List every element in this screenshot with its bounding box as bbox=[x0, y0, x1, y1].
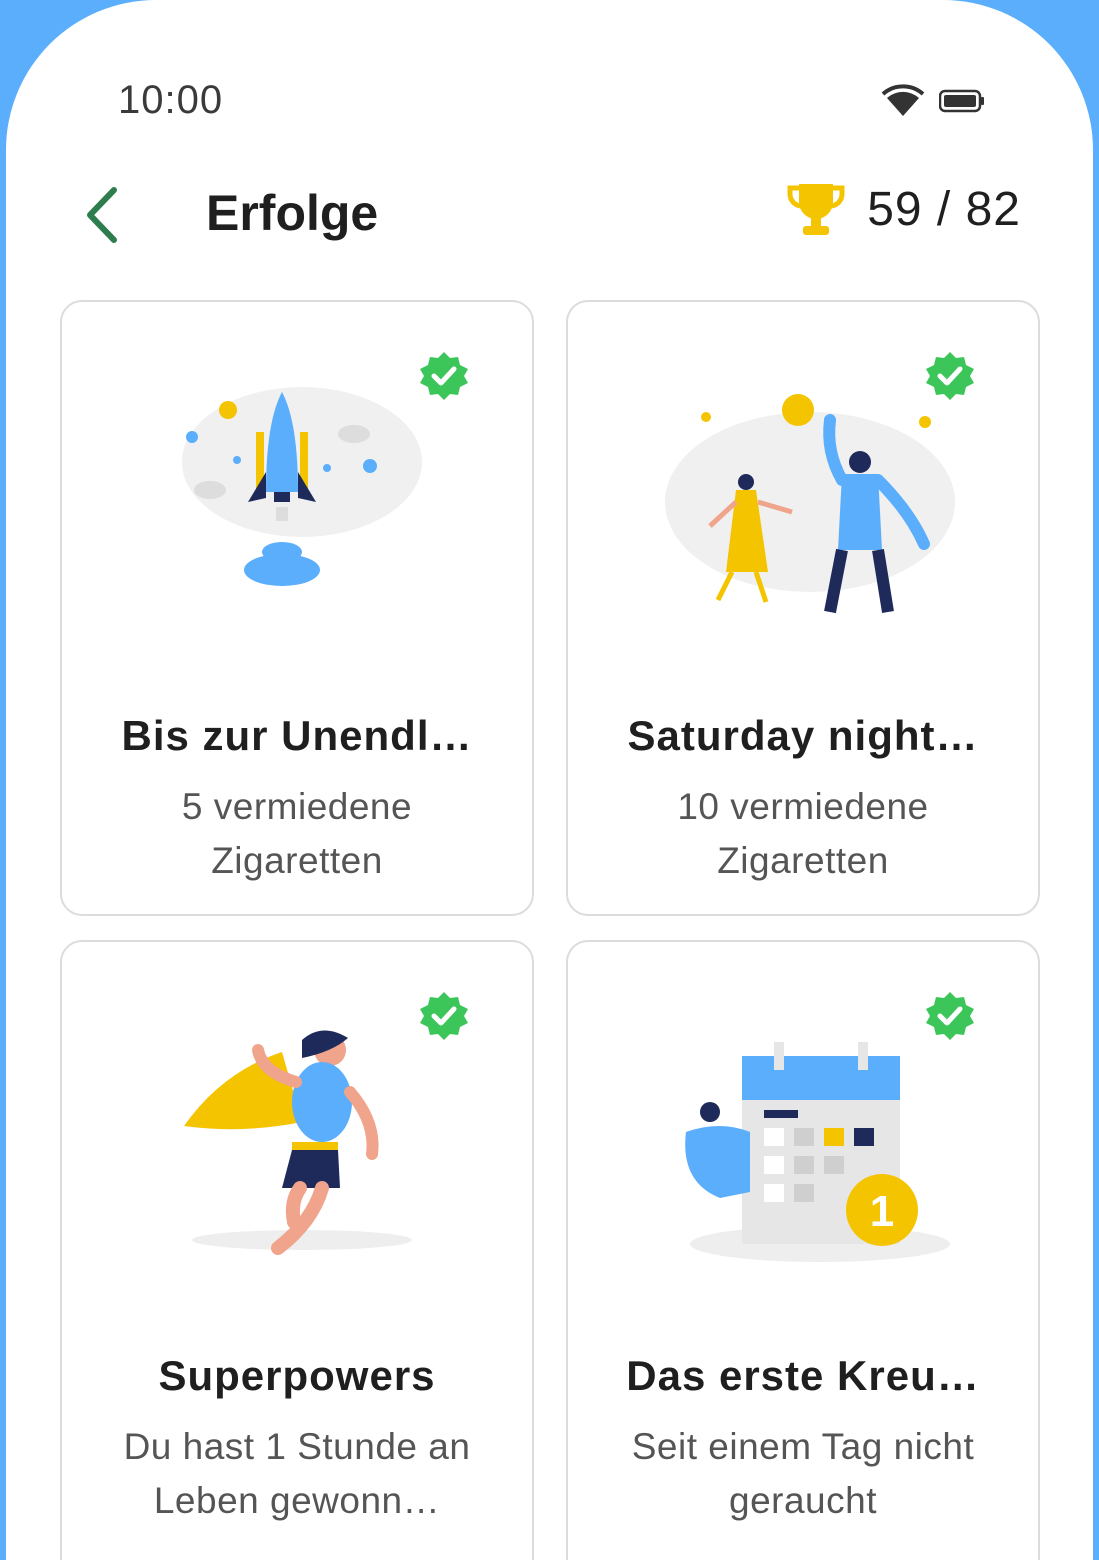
status-icons bbox=[881, 84, 985, 118]
achievement-desc: Du hast 1 Stunde an Leben gewonn… bbox=[123, 1426, 471, 1521]
score-text: 59 / 82 bbox=[867, 182, 1021, 236]
superhero-illustration bbox=[184, 1030, 412, 1255]
phone-screen: 10:00 Erfolge 59 / 82 Bis zur Unendl… 5 … bbox=[6, 0, 1093, 1560]
trophy-icon bbox=[787, 184, 845, 235]
status-time: 10:00 bbox=[118, 78, 224, 122]
achievement-card-2[interactable]: Saturday night… 10 vermiedene Zigaretten bbox=[566, 300, 1040, 916]
achievement-score: 59 / 82 bbox=[787, 180, 1021, 238]
header: Erfolge 59 / 82 bbox=[6, 170, 1093, 260]
calendar-illustration: 1 bbox=[685, 1042, 950, 1262]
achievement-desc: 5 vermiedene Zigaretten bbox=[181, 786, 413, 881]
chevron-left-icon bbox=[87, 187, 117, 243]
rocket-illustration bbox=[182, 387, 422, 586]
page-title: Erfolge bbox=[206, 185, 379, 241]
achievement-card-4[interactable]: 1 Das erste Kreu… Seit einem Tag nicht g… bbox=[566, 940, 1040, 1560]
achievement-title: Das erste Kreu… bbox=[626, 1352, 980, 1399]
battery-icon bbox=[939, 89, 984, 113]
achievement-title: Saturday night… bbox=[627, 712, 979, 759]
achievement-desc: 10 vermiedene Zigaretten bbox=[677, 786, 929, 881]
back-button[interactable] bbox=[78, 180, 128, 250]
achievement-card-1[interactable]: Bis zur Unendl… 5 vermiedene Zigaretten bbox=[60, 300, 534, 916]
achievement-desc: Seit einem Tag nicht geraucht bbox=[631, 1426, 975, 1521]
wifi-icon bbox=[881, 84, 925, 116]
svg-text:1: 1 bbox=[870, 1187, 894, 1236]
achievement-title: Superpowers bbox=[158, 1352, 436, 1399]
achievement-title: Bis zur Unendl… bbox=[121, 712, 473, 759]
achievement-card-3[interactable]: Superpowers Du hast 1 Stunde an Leben ge… bbox=[60, 940, 534, 1560]
dancing-illustration bbox=[665, 394, 955, 614]
